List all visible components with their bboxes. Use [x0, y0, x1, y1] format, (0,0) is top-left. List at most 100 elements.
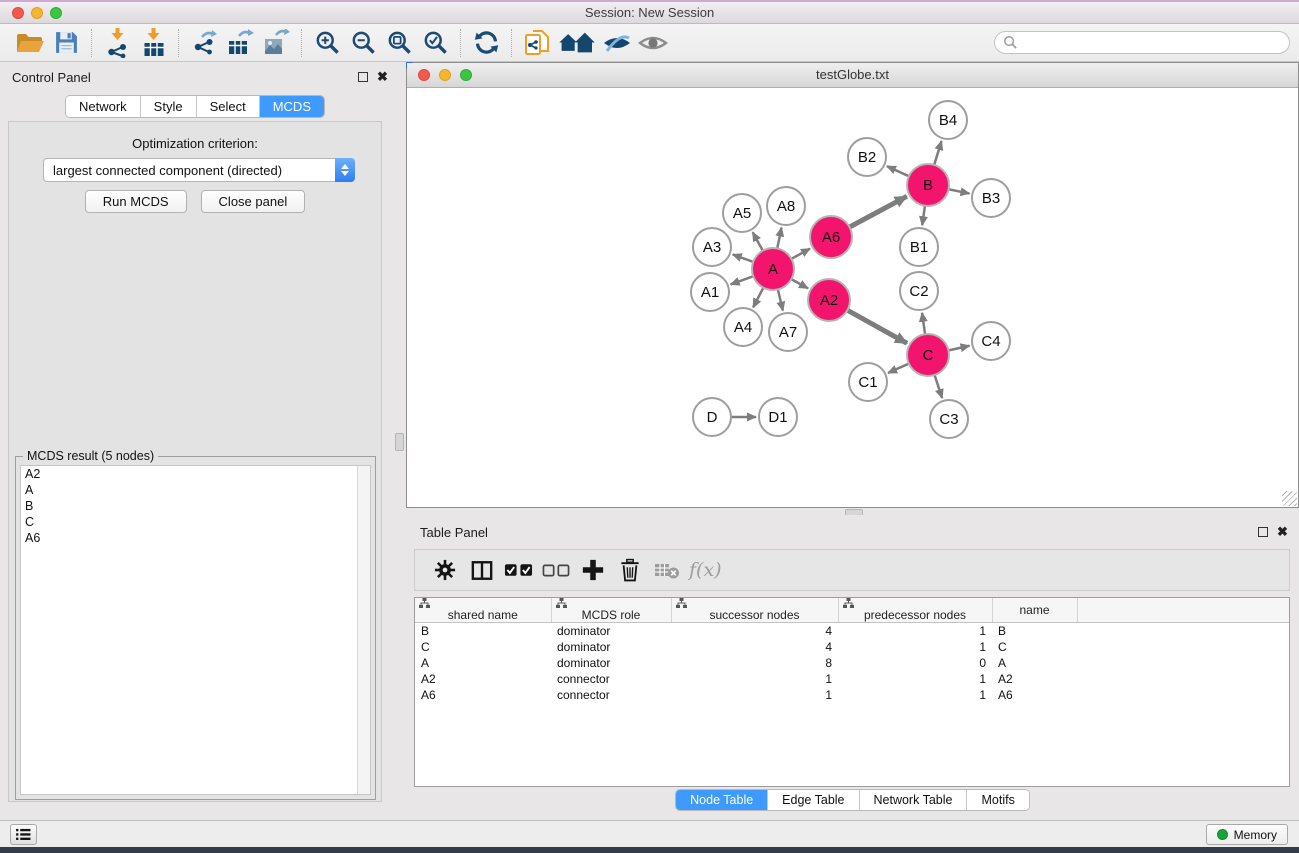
graph-node-A5[interactable]: A5 [723, 194, 761, 232]
tab-network-table[interactable]: Network Table [859, 790, 967, 810]
graph-node-C2[interactable]: C2 [900, 272, 938, 310]
graph-node-A2[interactable]: A2 [808, 279, 850, 321]
clone-network-icon[interactable] [519, 27, 555, 59]
table-cell[interactable]: C [415, 639, 551, 655]
delete-column-trash-icon[interactable] [613, 554, 646, 586]
apply-layout-refresh-icon[interactable] [468, 27, 504, 59]
graph-node-B2[interactable]: B2 [848, 138, 886, 176]
node-attribute-table[interactable]: shared nameMCDS rolesuccessor nodesprede… [415, 598, 1289, 703]
column-header-successor-nodes[interactable]: successor nodes [671, 598, 838, 623]
tab-edge-table[interactable]: Edge Table [767, 790, 858, 810]
memory-button[interactable]: Memory [1206, 824, 1288, 845]
add-column-plus-icon[interactable] [576, 554, 609, 586]
table-cell[interactable]: A [992, 655, 1077, 671]
graph-node-A6[interactable]: A6 [810, 216, 852, 258]
close-panel-icon[interactable]: ✖ [377, 69, 388, 85]
network-canvas[interactable]: B4B2BB3A5A8A6B1A3AA1C2A2A4A7CC4C1C3DD1 [407, 88, 1298, 507]
table-cell[interactable]: dominator [551, 623, 671, 639]
graph-node-C4[interactable]: C4 [972, 322, 1010, 360]
graph-node-A4[interactable]: A4 [724, 308, 762, 346]
table-row[interactable]: Bdominator41B [415, 623, 1289, 639]
column-header-name[interactable]: name [992, 598, 1077, 623]
table-cell[interactable]: A6 [415, 687, 551, 703]
table-cell[interactable]: B [415, 623, 551, 639]
graph-node-A3[interactable]: A3 [693, 228, 731, 266]
table-cell[interactable]: 8 [671, 655, 838, 671]
result-list-scrollbar[interactable] [357, 466, 370, 794]
import-table-icon[interactable] [135, 27, 171, 59]
table-cell[interactable]: 1 [838, 687, 992, 703]
table-row[interactable]: A6connector11A6 [415, 687, 1289, 703]
table-cell[interactable]: dominator [551, 639, 671, 655]
table-cell[interactable]: 1 [838, 639, 992, 655]
table-row[interactable]: Adominator80A [415, 655, 1289, 671]
zoom-selected-icon[interactable] [417, 27, 453, 59]
tab-network[interactable]: Network [66, 96, 140, 117]
home-pair-icon[interactable] [555, 27, 599, 59]
organic-view-eye-icon[interactable] [599, 27, 635, 59]
panel-divider-grip-vertical[interactable] [395, 433, 404, 451]
mcds-result-item[interactable]: B [21, 498, 370, 514]
deselect-all-checkboxes-icon[interactable] [539, 554, 572, 586]
graph-node-A[interactable]: A [752, 248, 794, 290]
fit-content-icon[interactable] [381, 27, 417, 59]
mcds-result-item[interactable]: C [21, 514, 370, 530]
column-header-shared-name[interactable]: shared name [415, 598, 551, 623]
graph-node-B1[interactable]: B1 [900, 228, 938, 266]
tab-motifs[interactable]: Motifs [966, 790, 1028, 810]
search-input[interactable] [1018, 34, 1289, 52]
select-all-checkboxes-icon[interactable] [502, 554, 535, 586]
table-cell[interactable]: 4 [671, 639, 838, 655]
show-graphics-details-eye-icon[interactable] [635, 27, 671, 59]
tab-select[interactable]: Select [196, 96, 259, 117]
settings-gear-icon[interactable] [428, 554, 461, 586]
zoom-in-icon[interactable] [309, 27, 345, 59]
optimization-criterion-select[interactable]: largest connected component (directed) [43, 158, 355, 182]
table-cell[interactable]: 1 [838, 623, 992, 639]
table-cell[interactable]: 1 [671, 671, 838, 687]
mcds-result-item[interactable]: A [21, 482, 370, 498]
mcds-result-list[interactable]: A2ABCA6 [20, 465, 371, 795]
task-history-list-button[interactable] [10, 824, 37, 845]
tab-node-table[interactable]: Node Table [676, 790, 767, 810]
table-cell[interactable]: 4 [671, 623, 838, 639]
table-row[interactable]: Cdominator41C [415, 639, 1289, 655]
graph-node-C[interactable]: C [907, 334, 949, 376]
table-cell[interactable]: 1 [671, 687, 838, 703]
table-cell[interactable]: 0 [838, 655, 992, 671]
table-cell[interactable]: dominator [551, 655, 671, 671]
mcds-result-item[interactable]: A2 [21, 466, 370, 482]
table-cell[interactable]: 1 [838, 671, 992, 687]
column-header-predecessor-nodes[interactable]: predecessor nodes [838, 598, 992, 623]
mcds-result-item[interactable]: A6 [21, 530, 370, 546]
close-panel-icon[interactable]: ✖ [1277, 524, 1288, 540]
graph-node-A7[interactable]: A7 [769, 313, 807, 351]
graph-node-D1[interactable]: D1 [759, 398, 797, 436]
tab-mcds[interactable]: MCDS [259, 96, 324, 117]
show-column-icon[interactable] [465, 554, 498, 586]
table-cell[interactable]: C [992, 639, 1077, 655]
import-network-icon[interactable] [99, 27, 135, 59]
graph-node-B3[interactable]: B3 [972, 179, 1010, 217]
graph-node-C1[interactable]: C1 [849, 363, 887, 401]
graph-node-D[interactable]: D [693, 398, 731, 436]
graph-node-A1[interactable]: A1 [691, 273, 729, 311]
table-cell[interactable]: A2 [992, 671, 1077, 687]
table-cell[interactable]: B [992, 623, 1077, 639]
table-cell[interactable]: A2 [415, 671, 551, 687]
table-cell[interactable]: connector [551, 671, 671, 687]
table-cell[interactable]: A [415, 655, 551, 671]
table-cell[interactable]: connector [551, 687, 671, 703]
tab-style[interactable]: Style [140, 96, 196, 117]
graph-node-C3[interactable]: C3 [930, 400, 968, 438]
column-header-MCDS-role[interactable]: MCDS role [551, 598, 671, 623]
close-panel-button[interactable]: Close panel [201, 190, 306, 213]
export-image-icon[interactable] [258, 27, 294, 59]
graph-node-B4[interactable]: B4 [929, 101, 967, 139]
export-network-icon[interactable] [186, 27, 222, 59]
open-session-folder-icon[interactable] [12, 27, 48, 59]
float-panel-icon[interactable] [358, 72, 368, 82]
zoom-out-icon[interactable] [345, 27, 381, 59]
window-resize-grip[interactable] [1282, 491, 1297, 506]
table-cell[interactable]: A6 [992, 687, 1077, 703]
